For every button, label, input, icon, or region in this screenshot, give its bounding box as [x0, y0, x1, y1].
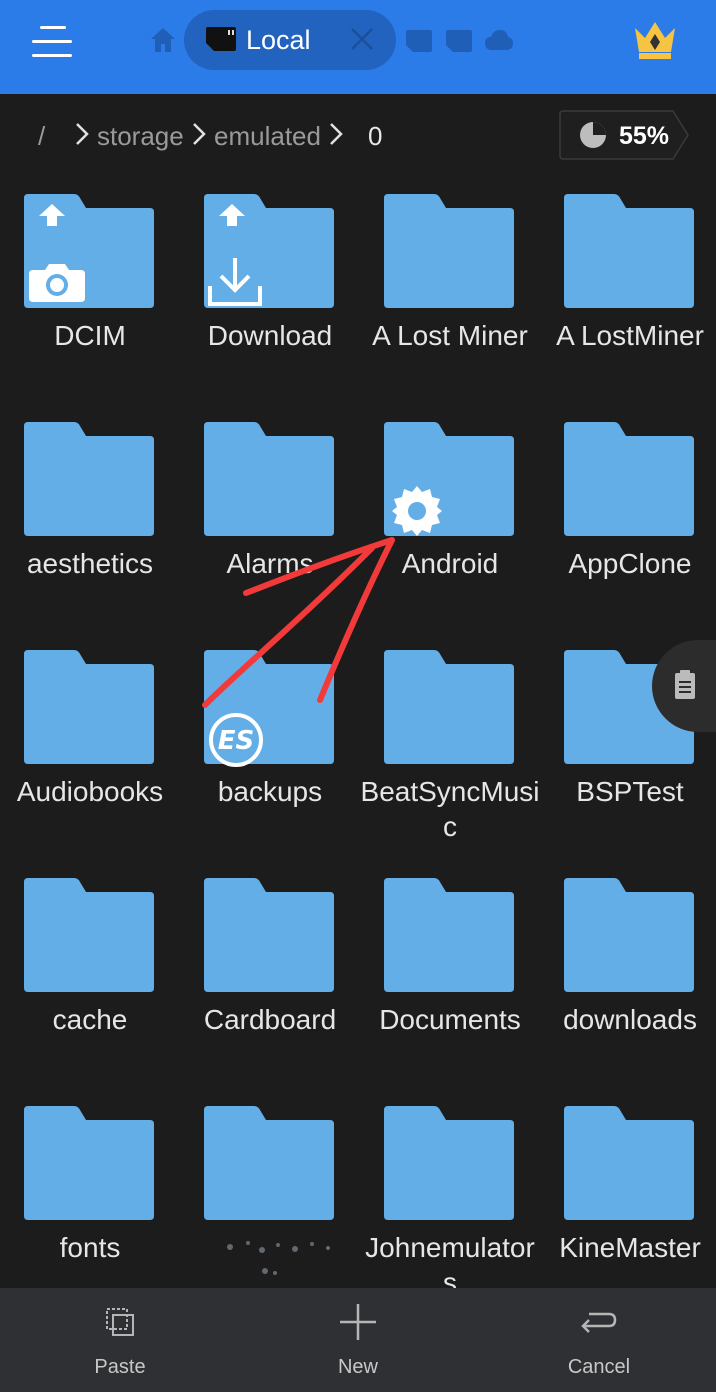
folder-name: Android	[401, 548, 499, 579]
folder-item-cardboard[interactable]: Cardboard	[180, 864, 360, 1092]
redacted-folder-name	[200, 1225, 350, 1285]
folder-icon	[24, 422, 154, 536]
top-app-bar: Local	[0, 0, 716, 94]
tab-local[interactable]: Local	[184, 10, 396, 70]
folder-item-beatsyncmusic[interactable]: BeatSyncMusic	[360, 636, 540, 864]
svg-text:ES: ES	[218, 726, 255, 756]
folder-icon	[384, 878, 514, 992]
folder-name: BSPTest	[576, 776, 684, 807]
folder-item-downloads[interactable]: downloads	[540, 864, 716, 1092]
new-button[interactable]: New	[268, 1288, 448, 1392]
folder-icon	[564, 422, 694, 536]
folder-icon	[204, 878, 334, 992]
folder-icon	[204, 1106, 334, 1220]
new-label: New	[337, 1356, 378, 1378]
pinned-arrow-icon	[217, 202, 247, 233]
folder-item-backups[interactable]: backups	[180, 636, 360, 864]
folder-icon	[24, 1106, 154, 1220]
download-icon	[207, 256, 263, 313]
folder-grid: DCIM Download A Lost Miner A LostMiner aesth…	[0, 180, 716, 1288]
folder-name: A LostMiner	[556, 320, 704, 351]
bottom-toolbar: Paste New Cancel	[0, 1288, 716, 1392]
folder-item-alarms[interactable]: Alarms	[180, 408, 360, 636]
cancel-button[interactable]: Cancel	[509, 1288, 689, 1392]
folder-name: downloads	[563, 1004, 697, 1035]
folder-name: cache	[52, 1004, 128, 1035]
es-logo-icon: ES	[208, 712, 264, 773]
breadcrumb-storage[interactable]: storage	[97, 121, 184, 152]
folder-icon	[564, 1106, 694, 1220]
tab-sd-card[interactable]	[406, 30, 432, 52]
clipboard-icon	[675, 670, 695, 699]
folder-name: Cardboard	[203, 1004, 337, 1035]
undo-icon	[581, 1312, 617, 1333]
folder-name: Documents	[379, 1004, 521, 1035]
folder-name: backups	[217, 776, 323, 807]
folder-item-a-lostminer[interactable]: A LostMiner	[540, 180, 716, 408]
folder-item-audiobooks[interactable]: Audiobooks	[0, 636, 180, 864]
gear-icon	[390, 484, 444, 543]
folder-item-a-lost-miner[interactable]: A Lost Miner	[360, 180, 540, 408]
folder-name: AppClone	[568, 548, 692, 579]
folder-name: aesthetics	[26, 548, 154, 579]
folder-name: Download	[207, 320, 333, 351]
folder-name: Alarms	[226, 548, 314, 579]
folder-item-kinemaster[interactable]: KineMaster	[540, 1092, 716, 1288]
folder-icon	[384, 650, 514, 764]
folder-item-documents[interactable]: Documents	[360, 864, 540, 1092]
folder-name: A Lost Miner	[372, 320, 528, 351]
folder-name: fonts	[59, 1232, 121, 1263]
paste-icon	[106, 1308, 134, 1336]
breadcrumb-emulated[interactable]: emulated	[214, 121, 321, 152]
folder-item-dcim[interactable]: DCIM	[0, 180, 180, 408]
folder-icon	[384, 194, 514, 308]
home-icon[interactable]	[150, 26, 176, 54]
plus-icon	[340, 1304, 376, 1340]
chevron-right-icon	[193, 123, 206, 145]
storage-percent: 55%	[619, 122, 670, 150]
folder-icon	[24, 650, 154, 764]
chevron-right-icon	[330, 123, 343, 145]
tab-sd-card-2[interactable]	[446, 30, 472, 52]
storage-usage-badge[interactable]: 55%	[559, 110, 689, 160]
sd-card-icon	[206, 27, 236, 51]
folder-name: DCIM	[54, 320, 126, 351]
folder-item-johnemulators[interactable]: Johnemulators	[360, 1092, 540, 1288]
folder-item-aesthetics[interactable]: aesthetics	[0, 408, 180, 636]
camera-icon	[29, 262, 85, 307]
folder-name: BeatSyncMusic	[360, 776, 540, 842]
folder-name: Audiobooks	[16, 776, 164, 807]
crown-icon[interactable]	[633, 20, 677, 60]
folder-icon	[384, 1106, 514, 1220]
folder-item-fonts[interactable]: fonts	[0, 1092, 180, 1288]
folder-icon	[204, 422, 334, 536]
paste-label: Paste	[94, 1356, 146, 1378]
folder-item-cache[interactable]: cache	[0, 864, 180, 1092]
tab-local-label: Local	[246, 25, 311, 55]
folder-name: Johnemulators	[365, 1232, 535, 1288]
breadcrumb-current[interactable]: 0	[368, 121, 382, 152]
chevron-right-icon	[76, 123, 89, 145]
folder-item-android[interactable]: Android	[360, 408, 540, 636]
folder-name: KineMaster	[559, 1232, 701, 1263]
paste-button[interactable]: Paste	[30, 1288, 210, 1392]
folder-item-appclone[interactable]: AppClone	[540, 408, 716, 636]
hamburger-menu-icon[interactable]	[32, 26, 76, 58]
pinned-arrow-icon	[37, 202, 67, 233]
folder-icon	[564, 194, 694, 308]
breadcrumb-root[interactable]: /	[38, 121, 45, 152]
cancel-label: Cancel	[567, 1356, 631, 1378]
cloud-icon[interactable]	[485, 30, 513, 50]
folder-icon	[564, 878, 694, 992]
close-icon[interactable]	[350, 27, 374, 51]
folder-icon	[24, 878, 154, 992]
storage-pie-icon	[580, 122, 606, 148]
